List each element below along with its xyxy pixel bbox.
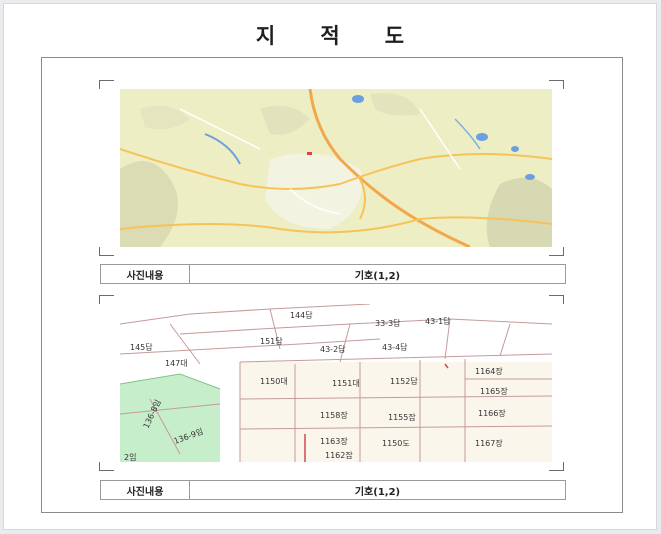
caption-label: 사진내용 xyxy=(101,265,190,283)
caption-value: 기호(1,2) xyxy=(354,486,401,498)
caption-value: 기호(1,2) xyxy=(354,270,401,282)
parcel-label: 144답 xyxy=(290,310,313,320)
document-page: 지 적 도 사진내용 기호(1,2) 144답 33-3답 43-1답 145답… xyxy=(3,3,657,530)
document-title: 지 적 도 xyxy=(255,24,423,48)
parcel-label: 1166장 xyxy=(478,408,506,418)
parcel-label: 1150도 xyxy=(382,439,410,448)
caption-row-1: 사진내용 기호(1,2) xyxy=(100,264,566,284)
parcel-label: 43-2답 xyxy=(320,344,346,354)
parcel-label: 1165장 xyxy=(480,386,508,396)
photo-frame-1 xyxy=(99,80,564,256)
parcel-label: 145답 xyxy=(130,342,153,352)
parcel-label: 1155잡 xyxy=(388,412,416,422)
parcel-label: 1152답 xyxy=(390,376,418,386)
caption-row-2: 사진내용 기호(1,2) xyxy=(100,480,566,500)
parcel-label: 43-1답 xyxy=(425,316,451,326)
parcel-label: 1167장 xyxy=(475,438,503,448)
parcel-label: 1158장 xyxy=(320,410,348,420)
content-frame: 사진내용 기호(1,2) 144답 33-3답 43-1답 145답 147대 … xyxy=(41,57,623,513)
photo-frame-2: 144답 33-3답 43-1답 145답 147대 151답 43-2답 43… xyxy=(99,295,564,471)
parcel-label: 1163장 xyxy=(320,436,348,446)
caption-label: 사진내용 xyxy=(101,481,190,499)
parcel-label: 1164장 xyxy=(475,366,503,376)
parcel-label: 2임 xyxy=(124,453,136,462)
cadastral-map-image: 144답 33-3답 43-1답 145답 147대 151답 43-2답 43… xyxy=(120,304,552,462)
crop-corner xyxy=(549,462,564,471)
crop-corner xyxy=(549,295,564,304)
parcel-label: 43-4답 xyxy=(382,342,408,352)
parcel-label: 1150대 xyxy=(260,377,288,386)
parcel-label: 33-3답 xyxy=(375,318,401,328)
parcel-label: 1151대 xyxy=(332,379,360,388)
parcel-label: 1162잡 xyxy=(325,450,353,460)
crop-corner xyxy=(549,247,564,256)
crop-corner xyxy=(549,80,564,89)
crop-corner xyxy=(99,295,114,304)
parcel-label: 147대 xyxy=(165,359,188,368)
crop-corner xyxy=(99,80,114,89)
crop-corner xyxy=(99,247,114,256)
topographic-map-image xyxy=(120,89,552,247)
crop-corner xyxy=(99,462,114,471)
parcel-label: 151답 xyxy=(260,336,283,346)
